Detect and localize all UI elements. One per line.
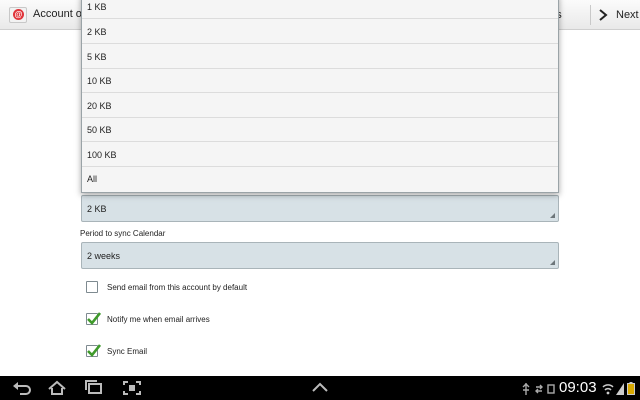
spinner-value: 2 weeks <box>87 250 121 261</box>
dropdown-option[interactable]: 1 KB <box>82 0 558 19</box>
dropdown-option[interactable]: 50 KB <box>82 118 558 142</box>
email-app-icon[interactable]: @ <box>9 7 27 23</box>
chevron-up-icon[interactable] <box>311 380 329 399</box>
dropdown-option[interactable]: 10 KB <box>82 69 558 93</box>
sync-icon <box>534 382 544 400</box>
divider <box>590 5 591 25</box>
next-button[interactable]: Next <box>596 0 639 30</box>
checkbox-checked[interactable] <box>86 344 101 357</box>
battery-icon <box>627 382 635 400</box>
checkbox-label: Sync Email <box>107 346 148 356</box>
wifi-icon <box>602 382 614 400</box>
checkbox-label: Send email from this account by default <box>107 282 248 292</box>
checkmark-icon <box>87 344 101 357</box>
period-calendar-label: Period to sync Calendar <box>80 229 166 238</box>
size-to-retrieve-spinner[interactable]: 2 KB <box>81 195 559 222</box>
dropdown-corner-icon <box>550 260 555 265</box>
notify-row[interactable]: Notify me when email arrives <box>86 312 210 326</box>
recent-apps-icon[interactable] <box>84 380 104 400</box>
next-label: Next <box>616 9 639 21</box>
dropdown-corner-icon <box>550 213 555 218</box>
spinner-value: 2 KB <box>87 203 107 214</box>
screenshot-icon[interactable] <box>122 380 142 400</box>
checkmark-icon <box>87 312 101 325</box>
size-dropdown-list: 1 KB 2 KB 5 KB 10 KB 20 KB 50 KB 100 KB … <box>81 0 559 193</box>
debug-icon <box>546 382 556 400</box>
usb-icon <box>521 382 531 400</box>
checkbox-unchecked[interactable] <box>86 281 98 293</box>
dropdown-option[interactable]: 100 KB <box>82 143 558 167</box>
back-icon[interactable] <box>12 380 32 400</box>
dropdown-option[interactable]: 2 KB <box>82 20 558 44</box>
dropdown-option[interactable]: 5 KB <box>82 45 558 69</box>
system-bar: 09:03 <box>0 376 640 400</box>
signal-icon <box>616 382 624 400</box>
dropdown-option[interactable]: 20 KB <box>82 94 558 118</box>
screen-title: Account op <box>33 8 89 20</box>
chevron-right-icon <box>596 8 610 22</box>
dropdown-option[interactable]: All <box>82 167 558 191</box>
sync-email-row[interactable]: Sync Email <box>86 344 147 358</box>
clock: 09:03 <box>559 379 597 396</box>
default-account-row[interactable]: Send email from this account by default <box>86 280 247 294</box>
checkbox-label: Notify me when email arrives <box>107 314 210 324</box>
period-calendar-spinner[interactable]: 2 weeks <box>81 242 559 269</box>
home-icon[interactable] <box>47 380 67 400</box>
checkbox-checked[interactable] <box>86 312 101 325</box>
